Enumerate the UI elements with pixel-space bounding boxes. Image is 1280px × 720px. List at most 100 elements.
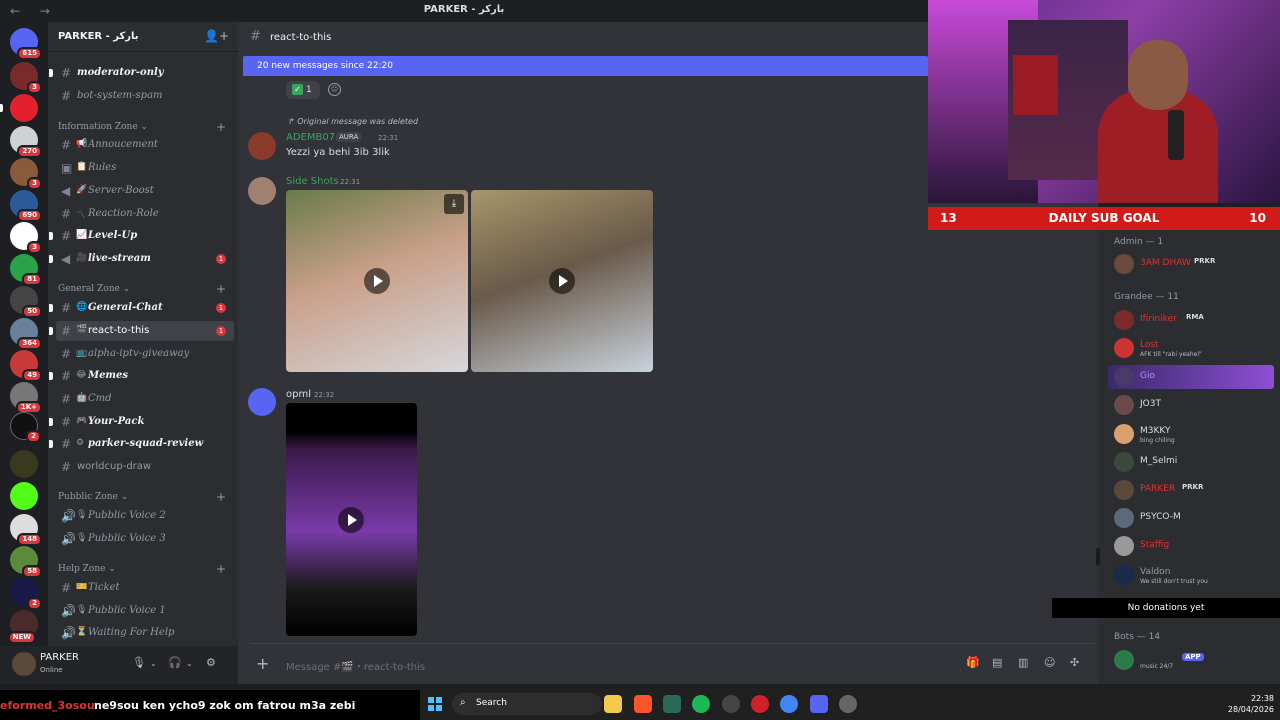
file-explorer-icon[interactable]: [604, 695, 622, 713]
server-icon[interactable]: 3: [10, 222, 42, 254]
channel-reaction-role[interactable]: # 〽 Reaction-Role: [56, 204, 234, 224]
category-help-zone[interactable]: Help Zone ⌄ +: [58, 562, 226, 576]
video-attachment[interactable]: [286, 403, 417, 636]
add-channel-icon[interactable]: +: [216, 282, 226, 296]
server-icon[interactable]: 58: [10, 546, 42, 578]
brave-browser-icon[interactable]: [634, 695, 652, 713]
discord-avatar[interactable]: [248, 388, 276, 416]
taskbar-search[interactable]: ⌕ Search: [452, 693, 602, 715]
voice-channel-pubblic-voice-2[interactable]: 🔊 🎙 Pubblic Voice 2: [56, 506, 234, 526]
member-item[interactable]: Valdon We still don't trust you: [1108, 563, 1274, 587]
avatar[interactable]: [248, 177, 276, 205]
server-icon[interactable]: 270: [10, 126, 42, 158]
discord-icon[interactable]: [810, 695, 828, 713]
member-item[interactable]: PSYCO-M: [1108, 506, 1274, 530]
channel-your-pack[interactable]: # 🎮 Your-Pack: [49, 412, 234, 432]
system-clock[interactable]: 22:38 28/04/2026: [1228, 693, 1274, 715]
microphone-icon[interactable]: 🎙: [132, 656, 146, 669]
message-author[interactable]: opml: [286, 389, 311, 400]
app-icon[interactable]: [663, 695, 681, 713]
channel-worldcup-draw[interactable]: # worldcup-draw: [56, 457, 234, 477]
invite-icon[interactable]: 👤+: [204, 29, 229, 43]
app-icon[interactable]: [722, 695, 740, 713]
voice-channel-pubblic-voice-3[interactable]: 🔊 🎙 Pubblic Voice 3: [56, 529, 234, 549]
new-messages-bar[interactable]: 20 new messages since 22:20: [243, 56, 928, 76]
member-item[interactable]: JO3T: [1108, 393, 1274, 417]
dm-home-button[interactable]: 615: [10, 28, 42, 60]
message-author[interactable]: ADEMB07: [286, 132, 335, 143]
server-icon[interactable]: 2: [10, 412, 41, 443]
channel-rules[interactable]: ▣ 📋 Rules: [56, 158, 234, 178]
gift-icon[interactable]: 🎁: [966, 656, 980, 669]
headphones-icon[interactable]: 🎧: [168, 656, 182, 669]
member-item[interactable]: Gio: [1108, 365, 1274, 389]
reply-reference[interactable]: ↱ Original message was deleted: [288, 117, 418, 126]
member-item[interactable]: Ifiriniker RMA: [1108, 308, 1274, 332]
opera-icon[interactable]: [751, 695, 769, 713]
voice-channel-pubblic-voice-1[interactable]: 🔊 🎙 Pubblic Voice 1: [56, 601, 234, 621]
download-icon[interactable]: ⤓: [444, 194, 464, 214]
channel-ticket[interactable]: # 🎫 Ticket: [56, 578, 234, 598]
channel-server-boost[interactable]: ◀ 🚀 Server-Boost: [56, 181, 234, 201]
apps-icon[interactable]: ✣: [1070, 656, 1079, 669]
windows-start-icon[interactable]: [428, 697, 442, 711]
server-icon[interactable]: 2: [10, 578, 42, 610]
member-item[interactable]: M_Selmi: [1108, 450, 1274, 474]
member-item[interactable]: M3KKY bing chiling: [1108, 422, 1274, 446]
server-icon[interactable]: 49: [10, 350, 42, 382]
member-item[interactable]: APP music 24/7: [1108, 648, 1274, 672]
spotify-icon[interactable]: [692, 695, 710, 713]
avatar[interactable]: [248, 132, 276, 160]
gif-icon[interactable]: ▤: [992, 656, 1002, 669]
member-list-scrollbar[interactable]: [1096, 548, 1100, 566]
add-reaction-icon[interactable]: ☺: [328, 83, 341, 96]
server-icon[interactable]: 148: [10, 514, 42, 546]
member-item[interactable]: PARKER PRKR: [1108, 478, 1274, 502]
channel-live-stream[interactable]: ◀ 🎥 live-stream 1: [49, 249, 234, 269]
member-item[interactable]: 3AM DHAW PRKR: [1108, 252, 1274, 276]
message-author[interactable]: Side Shots: [286, 176, 339, 187]
add-channel-icon[interactable]: +: [216, 562, 226, 576]
play-icon[interactable]: [338, 507, 364, 533]
category-general-zone[interactable]: General Zone ⌄ +: [58, 282, 226, 296]
guild-header[interactable]: PARKER - باركر 👤+: [48, 22, 238, 52]
avatar[interactable]: [12, 652, 36, 676]
channel-general-chat[interactable]: # 🌐 General-Chat 1: [49, 298, 234, 318]
channel-react-to-this[interactable]: # 🎬 react-to-this 1: [49, 321, 234, 341]
reaction-button[interactable]: ✓ 1: [286, 81, 320, 99]
video-attachment[interactable]: [471, 190, 653, 372]
add-attachment-icon[interactable]: +: [256, 654, 269, 673]
server-icon[interactable]: 3: [10, 62, 42, 94]
channel-memes[interactable]: # 😂 Memes: [49, 366, 234, 386]
category-information-zone[interactable]: Information Zone ⌄ +: [58, 120, 226, 134]
message-input[interactable]: Message #🎬・react-to-this: [286, 658, 425, 673]
server-icon[interactable]: 81: [10, 254, 42, 286]
category-pubblic-zone[interactable]: Pubblic Zone ⌄ +: [58, 490, 226, 504]
chevron-down-icon[interactable]: ⌄: [186, 659, 193, 668]
gear-icon[interactable]: ⚙: [206, 656, 216, 669]
server-icon[interactable]: [0, 94, 38, 122]
app-icon[interactable]: [839, 695, 857, 713]
server-icon[interactable]: 690: [10, 190, 42, 222]
add-channel-icon[interactable]: +: [216, 490, 226, 504]
kick-server-icon[interactable]: [10, 482, 38, 510]
video-attachment[interactable]: ⤓: [286, 190, 468, 372]
sticker-icon[interactable]: ▥: [1018, 656, 1028, 669]
voice-channel-waiting-for-help[interactable]: 🔊 ⏳ Waiting For Help: [56, 623, 234, 643]
play-icon[interactable]: [364, 268, 390, 294]
server-icon[interactable]: NEW: [7, 610, 38, 644]
play-icon[interactable]: [549, 268, 575, 294]
server-icon[interactable]: [10, 450, 38, 478]
server-icon[interactable]: 50: [10, 286, 42, 318]
server-icon[interactable]: 3: [10, 158, 42, 190]
server-icon[interactable]: 364: [10, 318, 42, 350]
channel-level-up[interactable]: # 📈 Level-Up: [49, 226, 234, 246]
server-icon[interactable]: 1K+: [10, 382, 42, 414]
username[interactable]: PARKER: [40, 652, 79, 663]
member-item[interactable]: Staffig: [1108, 534, 1274, 558]
channel-moderator-only[interactable]: # moderator-only: [49, 63, 234, 83]
chrome-icon[interactable]: [780, 695, 798, 713]
message-composer[interactable]: + Message #🎬・react-to-this 🎁 ▤ ▥ ☺ ✣: [250, 643, 1095, 683]
emoji-icon[interactable]: ☺: [1044, 656, 1055, 669]
member-item[interactable]: Lost AFK till "rabi yeahel": [1108, 336, 1274, 360]
